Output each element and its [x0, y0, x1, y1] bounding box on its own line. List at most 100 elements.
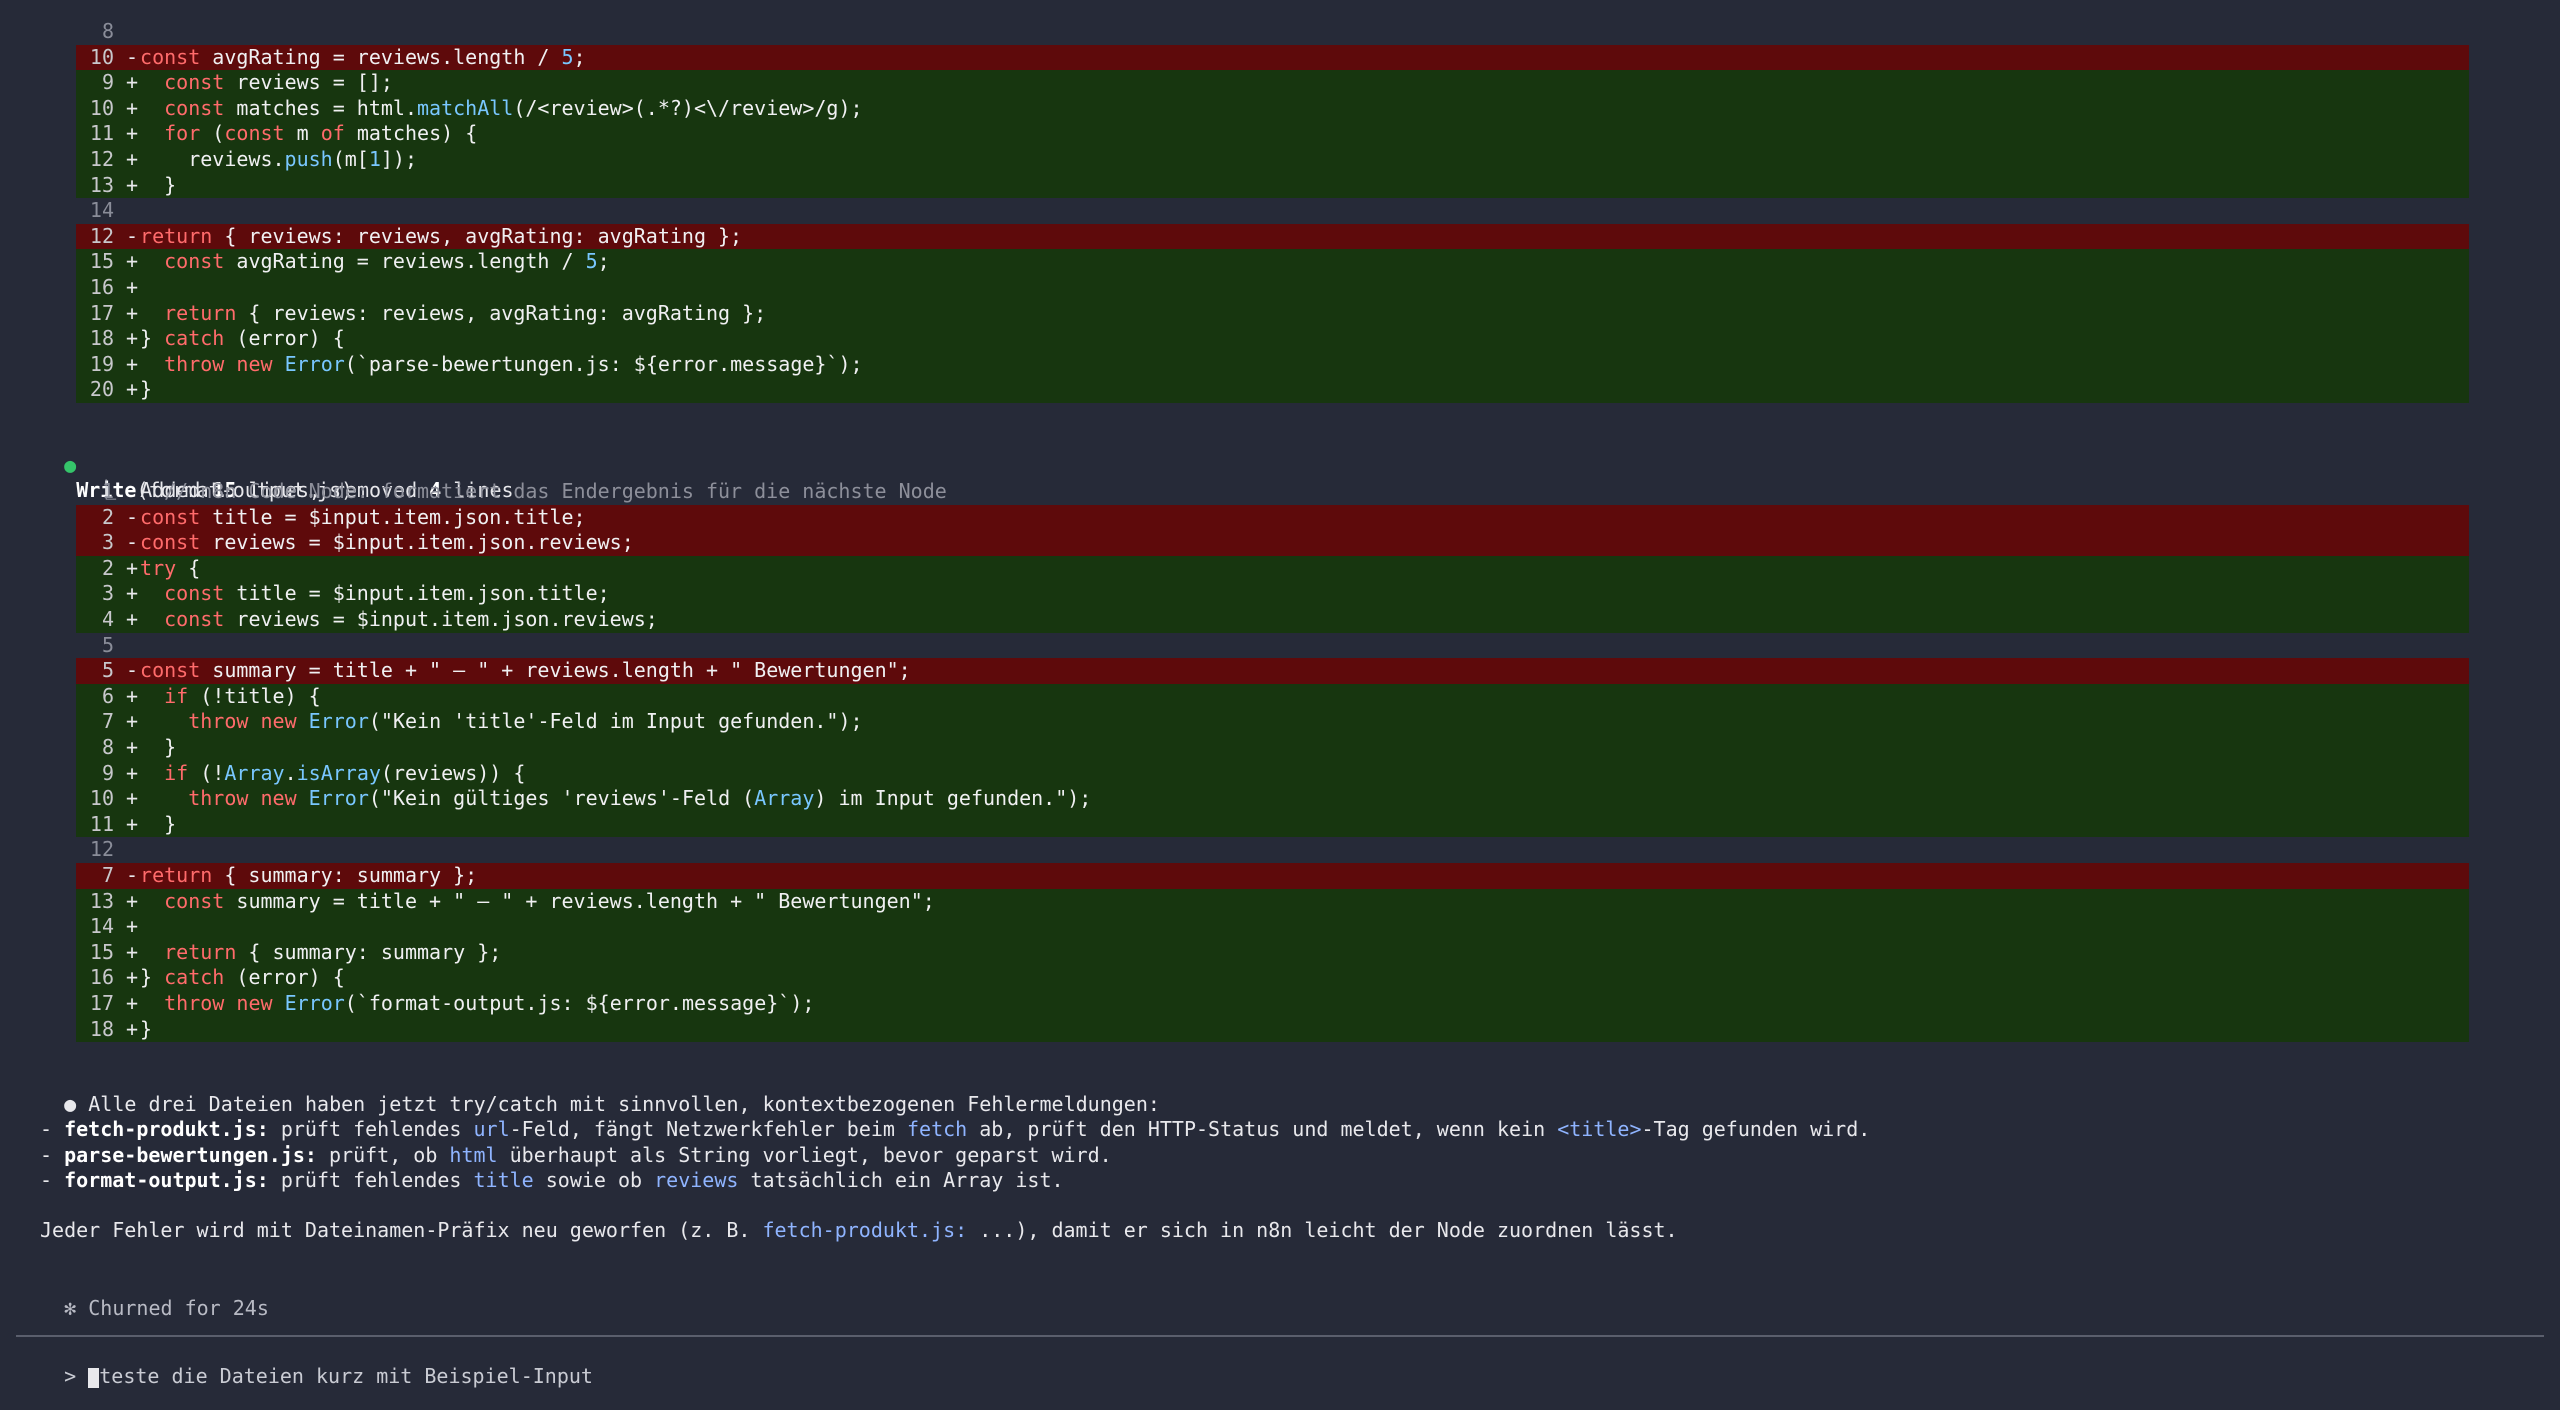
code-text: return { reviews: reviews, avgRating: av…: [164, 300, 767, 325]
diff-marker: -: [126, 530, 139, 555]
line-number: 17: [89, 991, 114, 1015]
diff-line-added: 15 + const avgRating = reviews.length / …: [76, 249, 2469, 275]
diff-line-added: 17 + return { reviews: reviews, avgRatin…: [76, 300, 2469, 327]
diff-marker: -: [126, 658, 139, 683]
diff-marker: -: [126, 44, 139, 69]
code-text: reviews.push(m[1]);: [140, 147, 418, 171]
diff-line-added: 11 + for (const m of matches) {: [76, 121, 2469, 147]
tool-summary: ⎿ Added 15 lines, removed 4 lines: [48, 452, 513, 502]
prompt-input[interactable]: > teste die Dateien kurz mit Beispiel-In…: [16, 1346, 593, 1388]
diff-line-removed: 10 -const avgRating = reviews.length / 5…: [76, 44, 2469, 71]
diff-line-added: 16 +} catch (error) {: [76, 965, 2469, 991]
code-text: const avgRating = reviews.length / 5;: [140, 44, 586, 69]
message-text: ab, prüft den HTTP-Status und meldet, we…: [967, 1117, 1558, 1141]
diff-marker: -: [126, 504, 139, 529]
message-intro: ● Alle drei Dateien haben jetzt try/catc…: [16, 1066, 1160, 1116]
line-number: 11: [89, 811, 114, 836]
line-number: 16: [89, 275, 114, 299]
diff-line-added: 10 + throw new Error("Kein gültiges 'rev…: [76, 786, 2469, 812]
diff-marker: +: [126, 326, 139, 351]
diff-line-added: 16 +: [76, 275, 2469, 301]
line-number: 14: [89, 198, 114, 223]
diff-marker: +: [126, 786, 139, 811]
code-text: }: [140, 172, 177, 197]
line-number: 17: [89, 300, 114, 325]
diff-marker: +: [126, 95, 139, 120]
code-text: throw new Error("Kein 'title'-Feld im In…: [188, 709, 863, 734]
diff-line-added: 9 + const reviews = [];: [76, 70, 2469, 96]
line-number: 12: [89, 223, 114, 248]
diff-line-added: 8 + }: [76, 735, 2469, 761]
diff-line-context: 12: [76, 837, 2469, 863]
code-text: const avgRating = reviews.length / 5;: [164, 249, 610, 274]
code-text: if (!title) {: [164, 683, 321, 708]
spinner-star-icon: ✻: [64, 1295, 77, 1320]
text-cursor: [88, 1367, 100, 1388]
code-text: for (const m of matches) {: [164, 121, 478, 146]
line-number: 10: [89, 44, 114, 69]
line-number: 8: [101, 19, 114, 43]
code-text: const reviews = $input.item.json.reviews…: [140, 530, 634, 555]
diff-line-added: 4 + const reviews = $input.item.json.rev…: [76, 607, 2469, 633]
code-text: const reviews = $input.item.json.reviews…: [164, 607, 658, 631]
file-name: fetch-produkt.js:: [64, 1117, 269, 1141]
line-number: 10: [89, 786, 114, 811]
line-number: 18: [89, 1016, 114, 1041]
line-number: 13: [89, 888, 114, 913]
diff-line-removed: 7 -return { summary: summary };: [76, 863, 2469, 889]
diff-line-added: 17 + throw new Error(`format-output.js: …: [76, 991, 2469, 1017]
diff-line-added: 6 + if (!title) {: [76, 683, 2469, 710]
code-ref: fetch: [906, 1117, 968, 1141]
diff-marker: +: [126, 249, 139, 274]
message-closing: Jeder Fehler wird mit Dateinamen-Präfix …: [40, 1218, 1678, 1244]
line-number: 15: [89, 939, 114, 964]
line-number: 9: [101, 70, 114, 95]
diff-line-added: 13 + const summary = title + " – " + rev…: [76, 888, 2469, 915]
line-number: 4: [101, 607, 114, 631]
line-number: 12: [89, 837, 114, 862]
prompt-chevron-icon: >: [64, 1364, 77, 1388]
diff-line-removed: 5 -const summary = title + " – " + revie…: [76, 658, 2469, 684]
diff-line-added: 11 + }: [76, 811, 2469, 838]
code-text: } catch (error) {: [140, 326, 345, 351]
diff-line-added: 3 + const title = $input.item.json.title…: [76, 581, 2469, 607]
diff-line-added: 14 +: [76, 914, 2469, 940]
diff-line-added: 7 + throw new Error("Kein 'title'-Feld i…: [76, 709, 2469, 735]
diff-marker: +: [126, 275, 139, 299]
code-text: } catch (error) {: [140, 965, 345, 990]
message-text: prüft fehlendes: [268, 1168, 474, 1192]
line-number: 7: [101, 709, 114, 734]
line-number: 3: [101, 530, 114, 555]
diff-marker: +: [126, 991, 139, 1015]
line-number: 8: [101, 735, 114, 759]
line-number: 11: [89, 121, 114, 146]
diff-marker: +: [126, 811, 139, 836]
code-text: }: [140, 1016, 153, 1041]
code-text: return { reviews: reviews, avgRating: av…: [140, 223, 743, 248]
code-text: try {: [140, 555, 201, 580]
code-text: if (!Array.isArray(reviews)) {: [164, 760, 526, 785]
diff-line-added: 18 +} catch (error) {: [76, 326, 2469, 352]
code-text: }: [140, 377, 153, 402]
diff-marker: +: [126, 939, 139, 964]
diff-marker: +: [126, 965, 139, 990]
diff-line-added: 15 + return { summary: summary };: [76, 939, 2469, 966]
prompt-input-text[interactable]: teste die Dateien kurz mit Beispiel-Inpu…: [99, 1364, 593, 1388]
diff-line-added: 2 +try {: [76, 555, 2469, 582]
message-list-item: - parse-bewertungen.js: prüft, ob html ü…: [40, 1142, 1112, 1167]
code-ref: <title>: [1557, 1117, 1642, 1141]
diff-line-added: 18 +}: [76, 1016, 2469, 1043]
diff-marker: +: [126, 121, 139, 146]
diff-marker: +: [126, 172, 139, 197]
diff-line-removed: 3 -const reviews = $input.item.json.revi…: [76, 530, 2469, 556]
code-text: return { summary: summary };: [140, 863, 478, 887]
line-number: 5: [101, 632, 114, 657]
file-name: format-output.js:: [64, 1168, 269, 1192]
line-number: 20: [89, 377, 114, 402]
line-number: 9: [101, 760, 114, 785]
message-text: Jeder Fehler wird mit Dateinamen-Präfix …: [40, 1218, 763, 1242]
code-text: const reviews = [];: [164, 70, 393, 95]
diff-marker: +: [126, 70, 139, 95]
line-number: 3: [101, 581, 114, 606]
diff-marker: -: [126, 223, 139, 248]
